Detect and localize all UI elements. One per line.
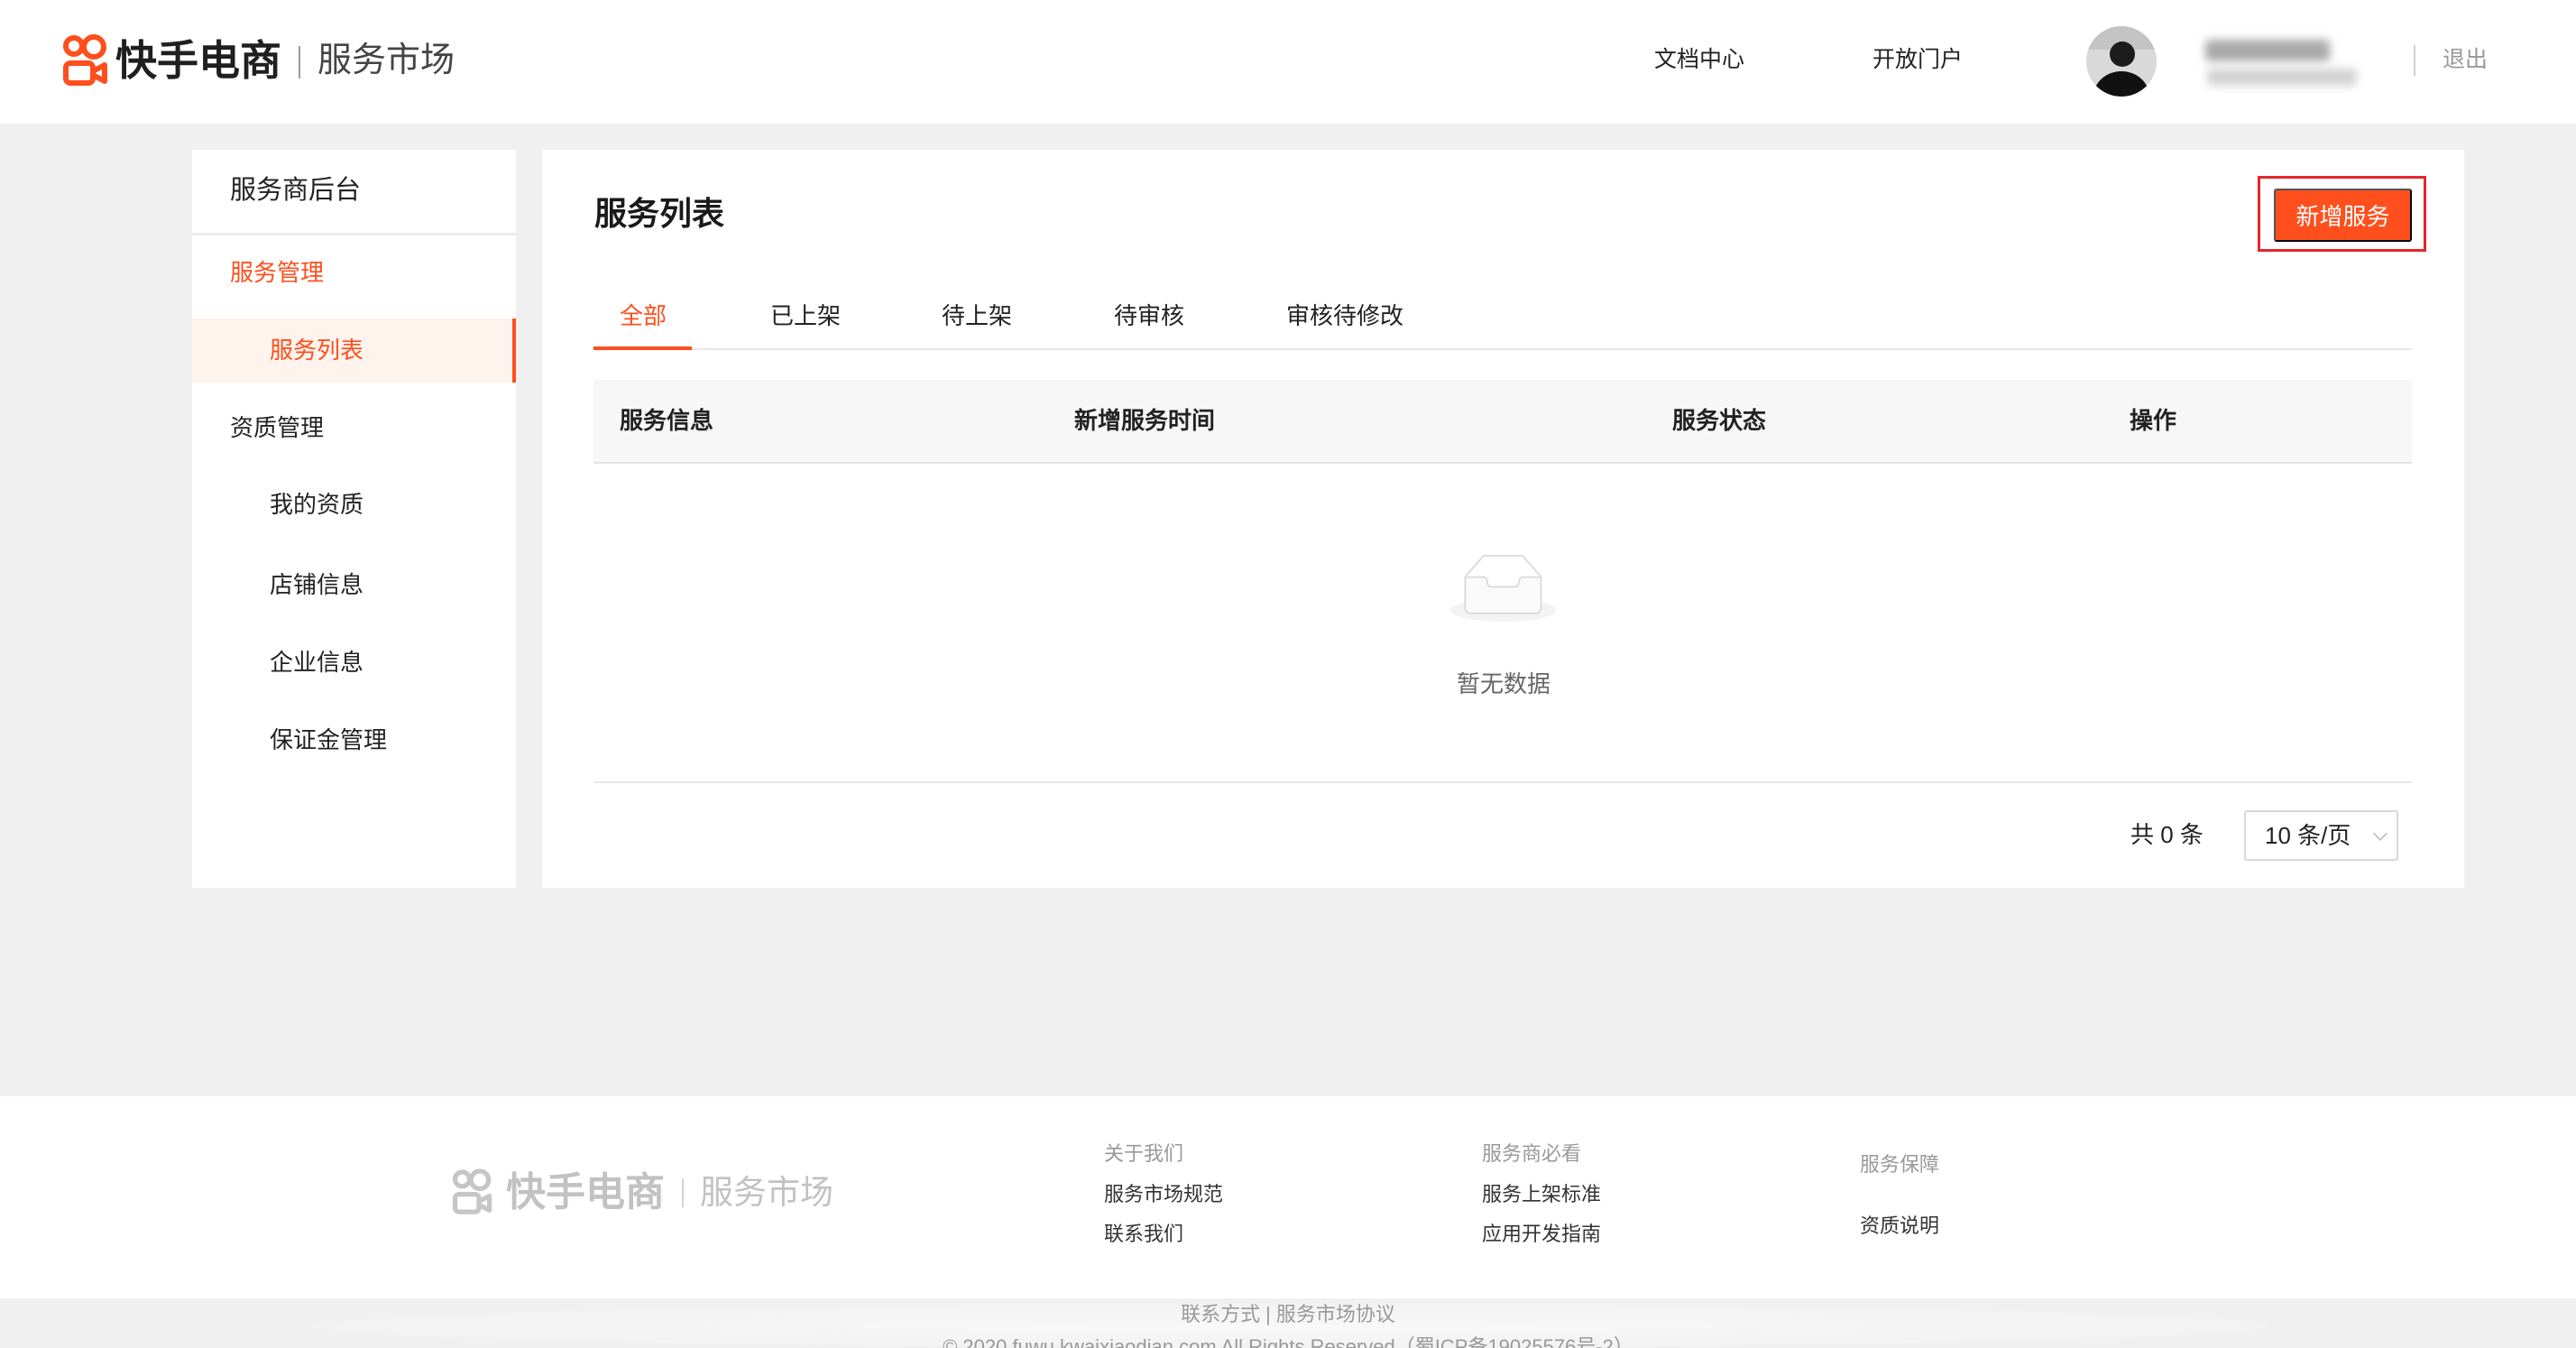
- tab-pending-listing[interactable]: 待上架: [942, 301, 1012, 330]
- bottom-links: 联系方式 | 服务市场协议: [0, 1302, 2576, 1327]
- sidebar: 服务商后台 服务管理 服务列表 资质管理 我的资质 店铺信息 企业信息 保证金管…: [192, 150, 516, 888]
- footer-column-title-service-guarantee: 服务保障: [1860, 1153, 1940, 1176]
- copyright-text: © 2020 fuwu.kwaixiaodian.com All Rights …: [943, 1335, 1633, 1348]
- column-header-service-status: 服务状态: [1672, 407, 1767, 434]
- sidebar-item-store-info[interactable]: 店铺信息: [192, 553, 516, 617]
- column-header-service-info: 服务信息: [620, 407, 714, 434]
- footer-brand-subtitle: 服务市场: [700, 1174, 833, 1211]
- copyright-clip: © 2020 fuwu.kwaixiaodian.com All Rights …: [0, 1334, 2576, 1348]
- top-header: 快手电商 服务市场 文档中心 开放门户 退出: [0, 0, 2576, 124]
- tab-pending-review[interactable]: 待审核: [1114, 301, 1184, 330]
- sidebar-item-deposit-management[interactable]: 保证金管理: [192, 708, 516, 772]
- table-header: 服务信息 新增服务时间 服务状态 操作: [593, 380, 2412, 464]
- footer-link-qualification-notes[interactable]: 资质说明: [1860, 1214, 1939, 1239]
- main-panel: 服务列表 新增服务 全部 已上架 待上架 待审核 审核待修改 服务信息 新增服务…: [542, 150, 2464, 888]
- tab-listed[interactable]: 已上架: [770, 301, 841, 330]
- bottom-link-agreement[interactable]: 服务市场协议: [1276, 1303, 1395, 1325]
- footer: 快手电商 服务市场 关于我们 服务市场规范 联系我们 服务商必看 服务上架标准 …: [0, 1096, 2576, 1298]
- chevron-down-icon: [2372, 832, 2388, 841]
- footer-brand-divider: [682, 1178, 684, 1207]
- sidebar-item-my-qualifications[interactable]: 我的资质: [192, 473, 516, 537]
- empty-inbox-icon: [1450, 554, 1556, 622]
- footer-link-contact-us[interactable]: 联系我们: [1104, 1222, 1183, 1247]
- bottom-bar: 联系方式 | 服务市场协议 © 2020 fuwu.kwaixiaodian.com…: [0, 1298, 2576, 1348]
- column-header-created-time: 新增服务时间: [1074, 407, 1216, 434]
- footer-column-title-about: 关于我们: [1104, 1142, 1184, 1165]
- username-blurred: [2205, 40, 2330, 61]
- page-title: 服务列表: [594, 195, 725, 232]
- page: 快手电商 服务市场 文档中心 开放门户 退出 服务商后台 服务管理 服务列表 资…: [0, 0, 2576, 1348]
- tab-all[interactable]: 全部: [620, 301, 667, 330]
- table-bottom-border: [593, 781, 2412, 783]
- empty-state-text: 暂无数据: [1456, 670, 1550, 697]
- brand-name[interactable]: 快手电商: [115, 36, 281, 85]
- footer-brand-name: 快手电商: [506, 1170, 665, 1214]
- sidebar-divider: [192, 233, 516, 235]
- sidebar-group-qualification-management[interactable]: 资质管理: [192, 396, 516, 460]
- sidebar-item-company-info[interactable]: 企业信息: [192, 631, 516, 695]
- nav-open-portal[interactable]: 开放门户: [1872, 46, 1963, 73]
- user-avatar-icon[interactable]: [2086, 26, 2157, 97]
- logout-link[interactable]: 退出: [2443, 46, 2488, 73]
- nav-docs-center[interactable]: 文档中心: [1654, 46, 1744, 73]
- brand-subtitle[interactable]: 服务市场: [317, 36, 455, 85]
- tab-active-indicator: [593, 346, 692, 350]
- kuaishou-logo-icon[interactable]: [62, 34, 109, 87]
- sidebar-group-service-management[interactable]: 服务管理: [192, 241, 516, 305]
- sidebar-title: 服务商后台: [230, 176, 362, 205]
- bottom-link-separator: |: [1265, 1303, 1271, 1325]
- page-size-select[interactable]: 10 条/页: [2244, 810, 2398, 861]
- kuaishou-logo-icon: [452, 1168, 493, 1215]
- account-id-blurred: [2207, 69, 2357, 86]
- footer-link-market-rules[interactable]: 服务市场规范: [1104, 1182, 1223, 1207]
- logout-divider: [2414, 45, 2415, 76]
- column-header-actions: 操作: [2130, 407, 2177, 434]
- footer-column-title-provider-guide: 服务商必看: [1482, 1142, 1582, 1165]
- pagination-total: 共 0 条: [2130, 821, 2203, 848]
- tab-review-needs-changes[interactable]: 审核待修改: [1286, 301, 1403, 330]
- add-service-button[interactable]: 新增服务: [2274, 189, 2412, 242]
- page-size-value: 10 条/页: [2265, 822, 2351, 849]
- footer-link-listing-standards[interactable]: 服务上架标准: [1482, 1182, 1601, 1207]
- footer-link-dev-guide[interactable]: 应用开发指南: [1482, 1222, 1601, 1247]
- bottom-link-contact[interactable]: 联系方式: [1181, 1303, 1260, 1325]
- brand-divider: [299, 46, 300, 78]
- sidebar-item-service-list[interactable]: 服务列表: [192, 319, 516, 383]
- tabs-baseline: [593, 348, 2412, 350]
